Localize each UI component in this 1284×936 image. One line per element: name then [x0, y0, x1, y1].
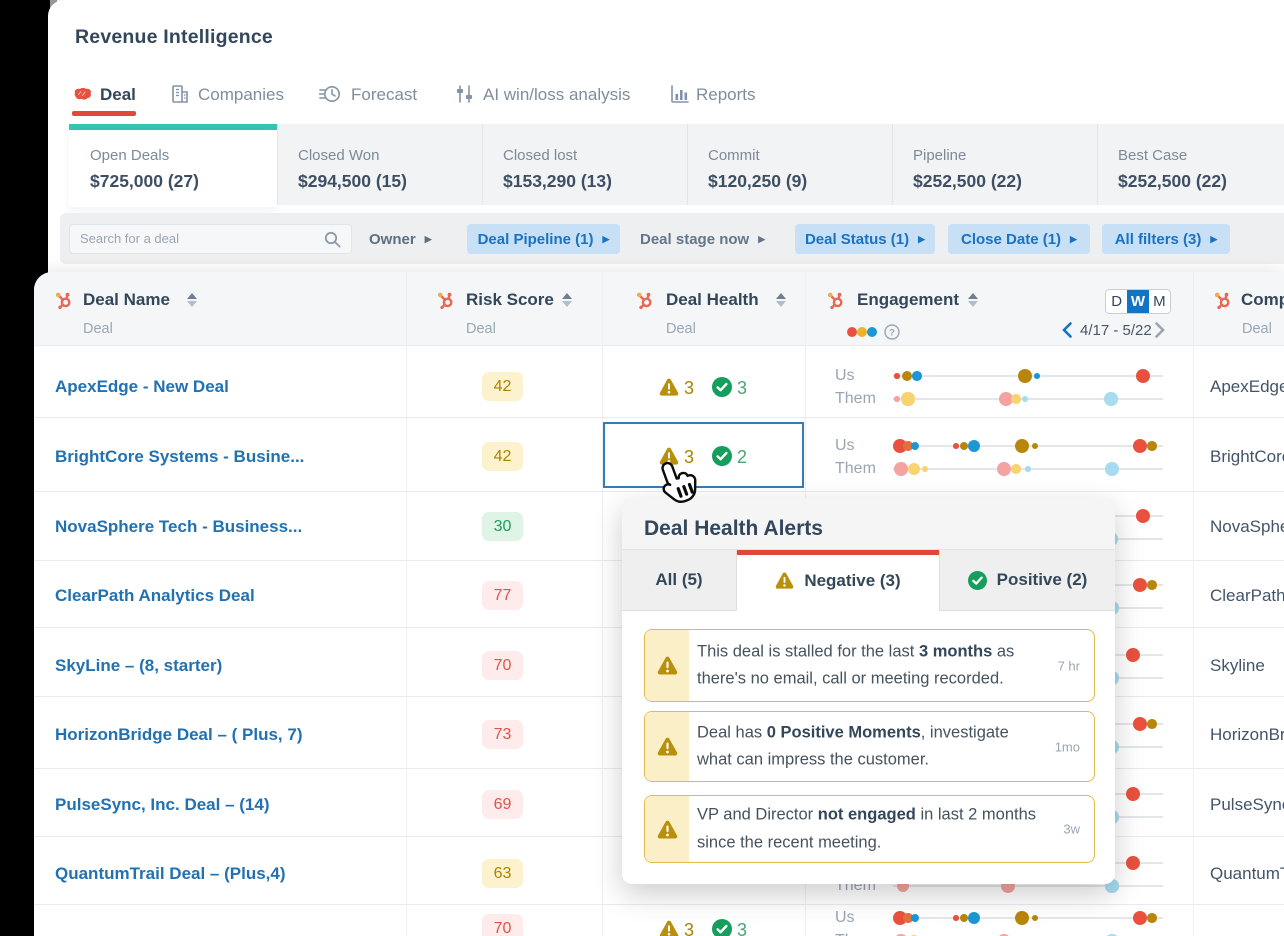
svg-text:?: ? [889, 327, 895, 338]
